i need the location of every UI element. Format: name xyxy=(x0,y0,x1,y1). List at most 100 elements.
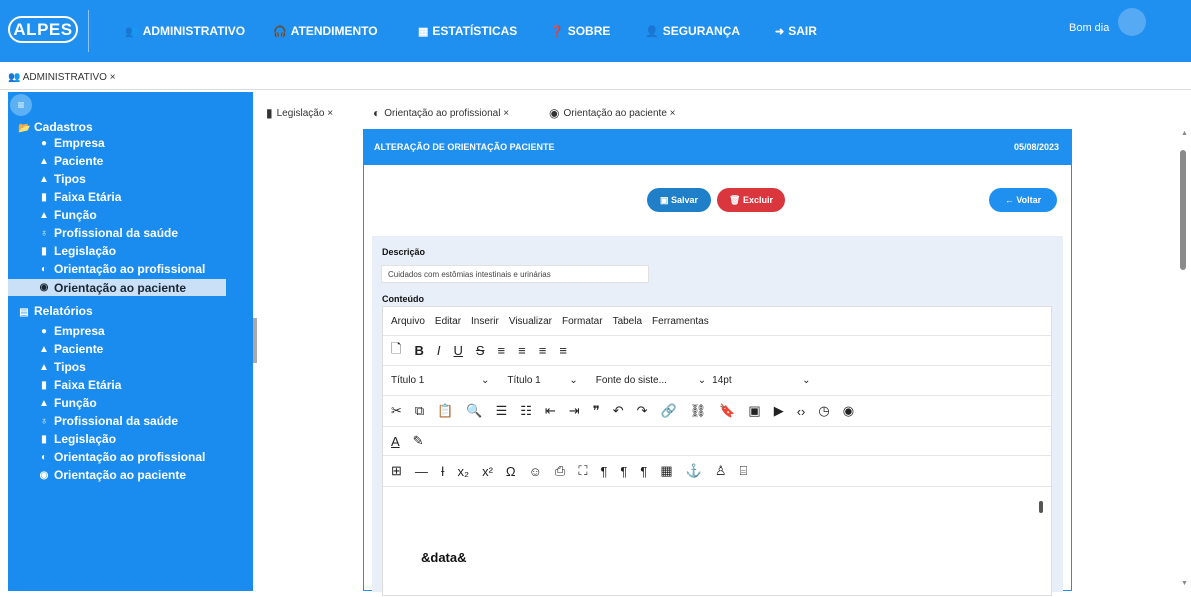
sidebar-item-legislacao-rel[interactable]: ▮ Legislação xyxy=(38,432,116,446)
link-icon[interactable]: 🔗 xyxy=(661,403,677,419)
tab-administrativo[interactable]: 👥 ADMINISTRATIVO × xyxy=(8,72,116,83)
spellcheck-icon[interactable]: ♙ xyxy=(715,463,727,479)
strikethrough-icon[interactable]: S xyxy=(476,343,485,358)
undo-icon[interactable]: ↶ xyxy=(613,403,624,419)
avatar[interactable] xyxy=(1118,8,1146,36)
code-icon[interactable]: ‹› xyxy=(797,404,806,419)
unlink-icon[interactable]: ⛓ xyxy=(690,403,707,419)
sidebar-item-tipos-rel[interactable]: ▲ Tipos xyxy=(38,360,86,374)
sidebar-item-profissional[interactable]: ♁ Profissional da saúde xyxy=(38,226,178,240)
tab-orientacao-profissional[interactable]: ◐ Orientação ao profissional × xyxy=(373,106,509,120)
sidebar-item-orientacao-profissional-rel[interactable]: ◐ Orientação ao profissional xyxy=(38,450,205,464)
outdent-icon[interactable]: ⇤ xyxy=(545,403,556,419)
scroll-up-icon[interactable]: ▲ xyxy=(1181,130,1188,137)
sidebar-item-funcao-rel[interactable]: ▲ Função xyxy=(38,396,97,410)
chevron-down-icon[interactable]: ⌄ xyxy=(569,375,577,386)
sidebar-item-paciente[interactable]: ▲ Paciente xyxy=(38,154,103,168)
chevron-down-icon[interactable]: ⌄ xyxy=(481,375,489,386)
new-doc-icon[interactable]: 🗋 xyxy=(391,340,401,362)
tab-legislacao[interactable]: ▮ Legislação × xyxy=(266,106,333,120)
nav-estatisticas[interactable]: ▦ ESTATÍSTICAS xyxy=(418,24,517,38)
back-button[interactable]: ← Voltar xyxy=(989,188,1057,212)
sidebar-item-funcao[interactable]: ▲ Função xyxy=(38,208,97,222)
align-right-icon[interactable]: ≡ xyxy=(539,343,547,358)
sidebar-item-legislacao[interactable]: ▮ Legislação xyxy=(38,244,116,258)
page-scrollbar[interactable] xyxy=(1180,150,1186,270)
sidebar-group-cadastros[interactable]: 📂 Cadastros xyxy=(18,120,93,134)
tab-orientacao-paciente[interactable]: ◉ Orientação ao paciente × xyxy=(549,106,676,120)
menu-editar[interactable]: Editar xyxy=(435,316,461,327)
nav-atendimento[interactable]: 🎧 ATENDIMENTO xyxy=(273,24,378,38)
menu-tabela[interactable]: Tabela xyxy=(613,316,642,327)
delete-button[interactable]: 🗑 Excluir xyxy=(717,188,785,212)
anchor-icon[interactable]: ⚓ xyxy=(686,463,702,479)
highlight-icon[interactable]: ✎ xyxy=(413,433,424,449)
editor-scrollbar[interactable] xyxy=(1039,501,1043,513)
align-left-icon[interactable]: ≡ xyxy=(498,343,506,358)
nav-sobre[interactable]: ❓ SOBRE xyxy=(550,24,610,38)
block-format-select[interactable]: Título 1 xyxy=(391,375,471,386)
quote-icon[interactable]: ❞ xyxy=(593,403,600,419)
menu-arquivo[interactable]: Arquivo xyxy=(391,316,425,327)
menu-formatar[interactable]: Formatar xyxy=(562,316,603,327)
paste-icon[interactable]: 📋 xyxy=(437,403,453,419)
italic-icon[interactable]: I xyxy=(437,343,441,358)
sidebar-group-relatorios[interactable]: ▤ Relatórios xyxy=(18,304,92,318)
redo-icon[interactable]: ↷ xyxy=(637,403,648,419)
sidebar-item-tipos[interactable]: ▲ Tipos xyxy=(38,172,86,186)
align-center-icon[interactable]: ≡ xyxy=(518,343,526,358)
indent-icon[interactable]: ⇥ xyxy=(569,403,580,419)
description-field[interactable]: Cuidados com estômias intestinais e urin… xyxy=(381,265,649,283)
nav-seguranca[interactable]: 👤 SEGURANÇA xyxy=(645,24,740,38)
bullet-list-icon[interactable]: ☰ xyxy=(496,403,508,419)
nav-sair[interactable]: ➜ SAIR xyxy=(775,24,817,38)
media-icon[interactable]: ▶ xyxy=(774,403,784,419)
preview-icon[interactable]: ◉ xyxy=(843,403,854,419)
clock-icon[interactable]: ◷ xyxy=(818,403,829,419)
scroll-down-icon[interactable]: ▼ xyxy=(1181,580,1188,587)
sidebar-scrollbar[interactable] xyxy=(253,318,257,363)
chevron-down-icon[interactable]: ⌄ xyxy=(802,375,810,386)
pagebreak-icon[interactable]: ⌸ xyxy=(740,463,748,479)
menu-toggle-button[interactable]: ≡ xyxy=(10,94,32,116)
rtl-icon[interactable]: ¶ xyxy=(620,464,627,479)
sidebar-item-profissional-rel[interactable]: ♁ Profissional da saúde xyxy=(38,414,178,428)
menu-ferramentas[interactable]: Ferramentas xyxy=(652,316,709,327)
chevron-down-icon[interactable]: ⌄ xyxy=(698,375,706,386)
sidebar-item-empresa-rel[interactable]: ● Empresa xyxy=(38,324,105,338)
font-family-select[interactable]: Fonte do siste... xyxy=(596,375,688,386)
sidebar-item-faixa-etaria-rel[interactable]: ▮ Faixa Etária xyxy=(38,378,121,392)
nav-administrativo[interactable]: 👥 ADMINISTRATIVO xyxy=(125,24,245,38)
ltr-icon[interactable]: ¶ xyxy=(600,464,607,479)
horizontal-rule-icon[interactable]: — xyxy=(415,464,428,479)
special-char-icon[interactable]: Ω xyxy=(506,464,516,479)
image-icon[interactable]: ▣ xyxy=(748,403,760,419)
sidebar-item-orientacao-paciente[interactable]: ◉ Orientação ao paciente xyxy=(8,279,226,296)
show-blocks-icon[interactable]: ¶ xyxy=(640,464,647,479)
search-icon[interactable]: 🔍 xyxy=(466,403,482,419)
subscript-icon[interactable]: x₂ xyxy=(458,464,470,479)
cut-icon[interactable]: ✂ xyxy=(391,403,402,419)
bold-icon[interactable]: B xyxy=(414,343,423,358)
sidebar-item-orientacao-paciente-rel[interactable]: ◉ Orientação ao paciente xyxy=(38,468,186,482)
copy-icon[interactable]: ⧉ xyxy=(415,403,424,419)
text-color-icon[interactable]: A xyxy=(391,434,400,449)
sidebar-item-paciente-rel[interactable]: ▲ Paciente xyxy=(38,342,103,356)
clear-format-icon[interactable]: Ɨ xyxy=(441,464,445,479)
table-icon[interactable]: ⊞ xyxy=(391,463,402,479)
fullscreen-icon[interactable]: ⛶ xyxy=(578,463,587,479)
save-button[interactable]: ▣ Salvar xyxy=(647,188,711,212)
sidebar-item-orientacao-profissional[interactable]: ◐ Orientação ao profissional xyxy=(38,262,205,276)
heading-select[interactable]: Título 1 xyxy=(507,375,559,386)
bookmark-icon[interactable]: 🔖 xyxy=(719,403,735,419)
font-size-select[interactable]: 14pt xyxy=(712,375,792,386)
numbered-list-icon[interactable]: ☷ xyxy=(520,403,532,419)
sidebar-item-empresa[interactable]: ● Empresa xyxy=(38,136,105,150)
emoji-icon[interactable]: ☺ xyxy=(529,464,542,479)
menu-visualizar[interactable]: Visualizar xyxy=(509,316,552,327)
template-icon[interactable]: ▦ xyxy=(660,463,672,479)
print-icon[interactable]: ⎙ xyxy=(555,463,565,479)
align-justify-icon[interactable]: ≡ xyxy=(559,343,567,358)
editor-content[interactable]: &data& xyxy=(383,487,1051,597)
menu-inserir[interactable]: Inserir xyxy=(471,316,499,327)
